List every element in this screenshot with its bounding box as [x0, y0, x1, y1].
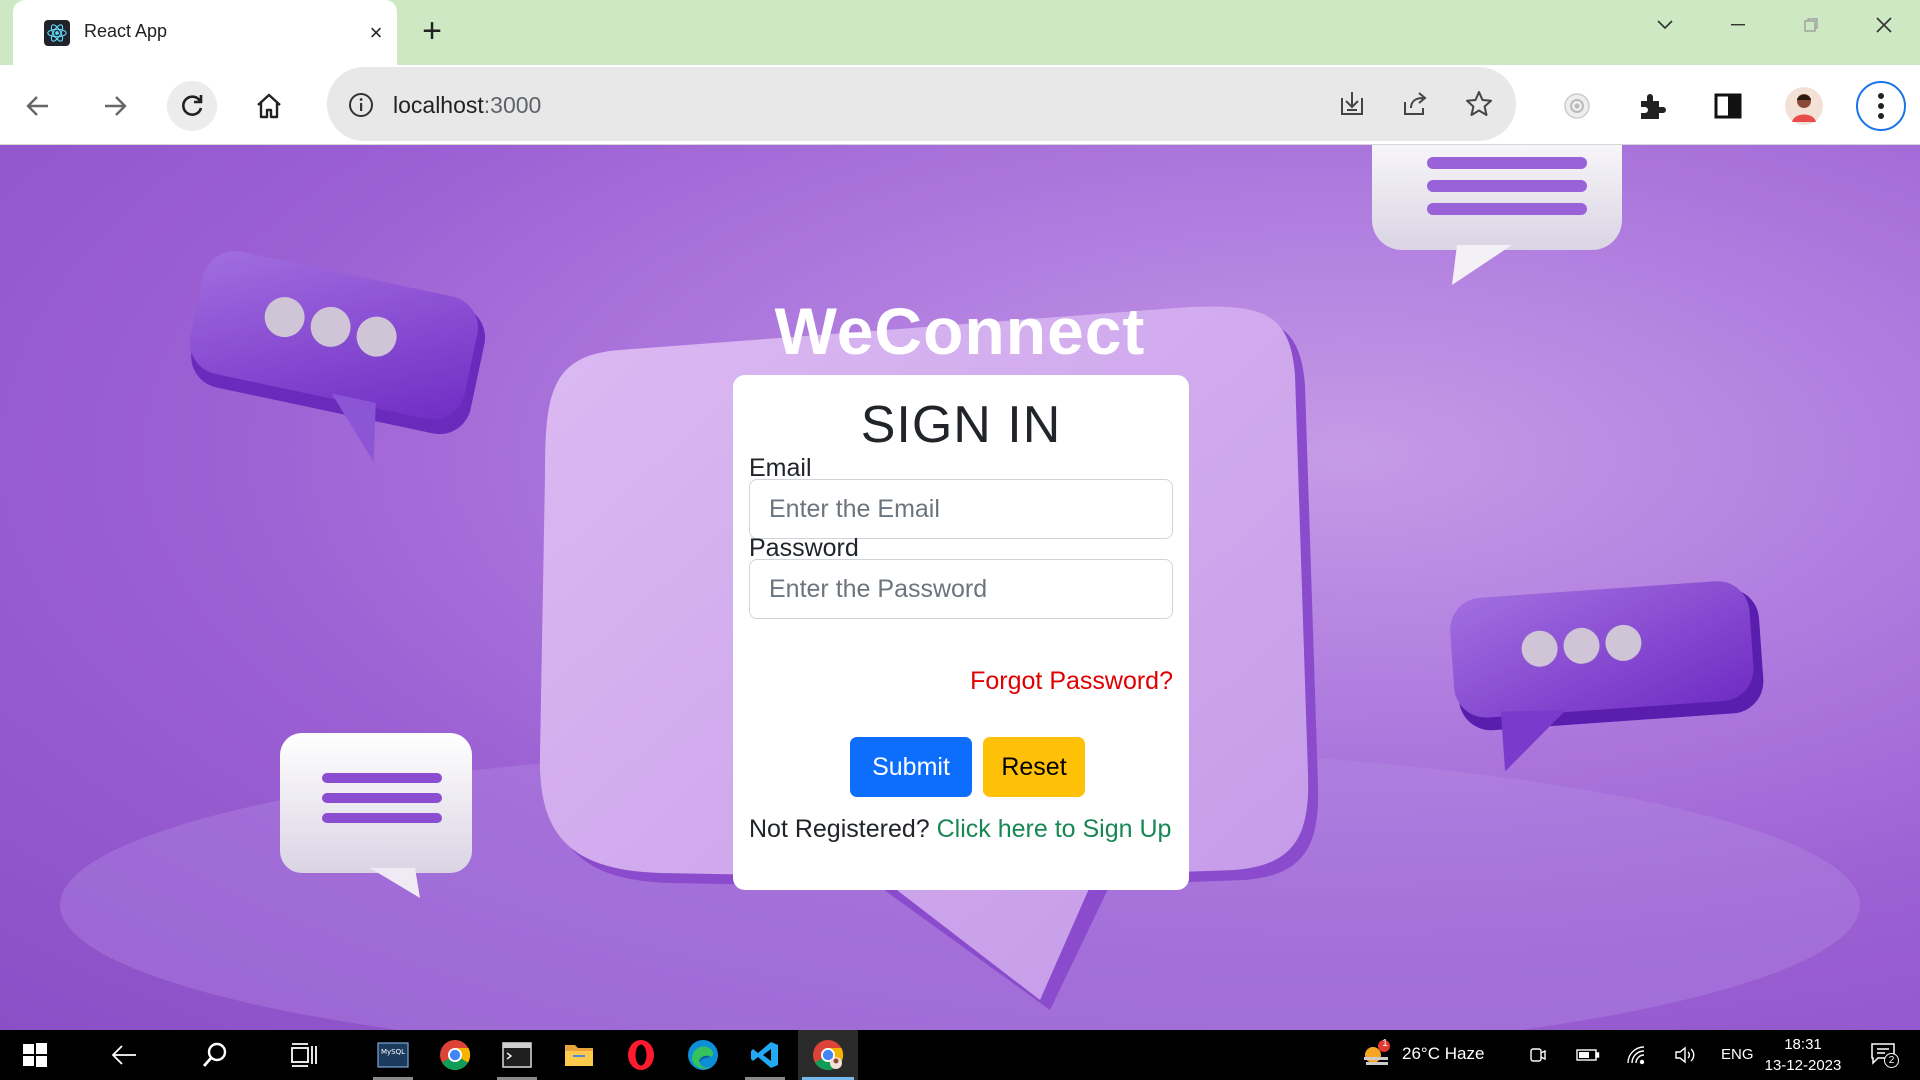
browser-toolbar: localhost:3000	[0, 65, 1920, 145]
side-panel-icon[interactable]	[1703, 81, 1753, 131]
extension-camera-icon[interactable]	[1552, 81, 1602, 131]
sign-in-card: SIGN IN Email Password Forgot Password? …	[733, 375, 1189, 890]
password-field[interactable]	[749, 559, 1173, 619]
tab-title: React App	[84, 21, 168, 41]
vscode-icon[interactable]	[735, 1030, 795, 1080]
chrome-active-window-icon[interactable]	[798, 1030, 858, 1080]
star-icon[interactable]	[1462, 87, 1496, 121]
weather-alert-badge: 1	[1382, 1038, 1388, 1049]
restore-icon[interactable]	[1791, 10, 1831, 40]
battery-icon[interactable]	[1576, 1047, 1600, 1068]
terminal-icon[interactable]	[487, 1030, 547, 1080]
wifi-icon[interactable]	[1626, 1045, 1648, 1070]
close-window-icon[interactable]	[1864, 10, 1904, 40]
weather-icon[interactable]: 1	[1360, 1038, 1392, 1071]
browser-tab[interactable]: React App ×	[13, 0, 397, 65]
profile-avatar[interactable]	[1779, 81, 1829, 131]
sign-in-title: SIGN IN	[860, 396, 1062, 454]
home-icon[interactable]	[244, 81, 294, 131]
browser-tab-strip: React App × +	[0, 0, 1920, 65]
clock-date: 13-12-2023	[1764, 1057, 1842, 1074]
folder-icon[interactable]	[549, 1030, 609, 1080]
address-bar[interactable]: localhost:3000	[327, 67, 1516, 141]
forgot-password-link[interactable]: Forgot Password?	[970, 667, 1173, 696]
react-favicon-icon	[44, 20, 70, 46]
notification-icon[interactable]: 2	[1870, 1042, 1900, 1070]
volume-icon[interactable]	[1674, 1045, 1696, 1070]
extension-puzzle-icon[interactable]	[1627, 81, 1677, 131]
windows-taskbar: MySQL 1 26°C Haze ENG 18:31 13-12-2023 2	[0, 1030, 1920, 1080]
kebab-menu-icon[interactable]	[1856, 81, 1906, 131]
info-icon[interactable]	[347, 91, 375, 119]
register-prompt-text: Not Registered?	[749, 815, 930, 843]
notification-badge: 2	[1884, 1053, 1899, 1068]
install-icon[interactable]	[1335, 87, 1369, 121]
plus-icon[interactable]: +	[414, 14, 450, 50]
opera-icon[interactable]	[611, 1030, 671, 1080]
reset-button[interactable]: Reset	[983, 737, 1085, 797]
chrome-icon[interactable]	[425, 1030, 485, 1080]
svg-text:MySQL: MySQL	[381, 1048, 405, 1056]
clock-time: 18:31	[1784, 1036, 1822, 1053]
email-field[interactable]	[749, 479, 1173, 539]
submit-button[interactable]: Submit	[850, 737, 972, 797]
clock[interactable]: 18:31 13-12-2023	[1758, 1034, 1848, 1076]
search-icon[interactable]	[185, 1030, 245, 1080]
meet-now-icon[interactable]	[1528, 1045, 1548, 1070]
close-icon[interactable]: ×	[363, 20, 389, 46]
page-viewport: WeConnect SIGN IN Email Password Forgot …	[0, 145, 1920, 1030]
chevron-down-icon[interactable]	[1645, 10, 1685, 40]
forward-arrow-icon[interactable]	[90, 81, 140, 131]
share-icon[interactable]	[1398, 87, 1432, 121]
mysql-icon[interactable]: MySQL	[363, 1030, 423, 1080]
register-prompt: Not Registered? Click here to Sign Up	[749, 815, 1171, 844]
back-arrow-icon[interactable]	[94, 1030, 154, 1080]
back-arrow-icon[interactable]	[13, 81, 63, 131]
minimize-icon[interactable]	[1718, 10, 1758, 40]
url-text[interactable]: localhost:3000	[393, 92, 541, 119]
brand-title: WeConnect	[774, 294, 1146, 368]
weather-text[interactable]: 26°C Haze	[1402, 1044, 1484, 1064]
language-indicator[interactable]: ENG	[1721, 1046, 1754, 1063]
sign-up-link[interactable]: Click here to Sign Up	[937, 815, 1172, 843]
edge-icon[interactable]	[673, 1030, 733, 1080]
reload-icon[interactable]	[167, 81, 217, 131]
windows-start-icon[interactable]	[5, 1030, 65, 1080]
task-view-icon[interactable]	[274, 1030, 334, 1080]
